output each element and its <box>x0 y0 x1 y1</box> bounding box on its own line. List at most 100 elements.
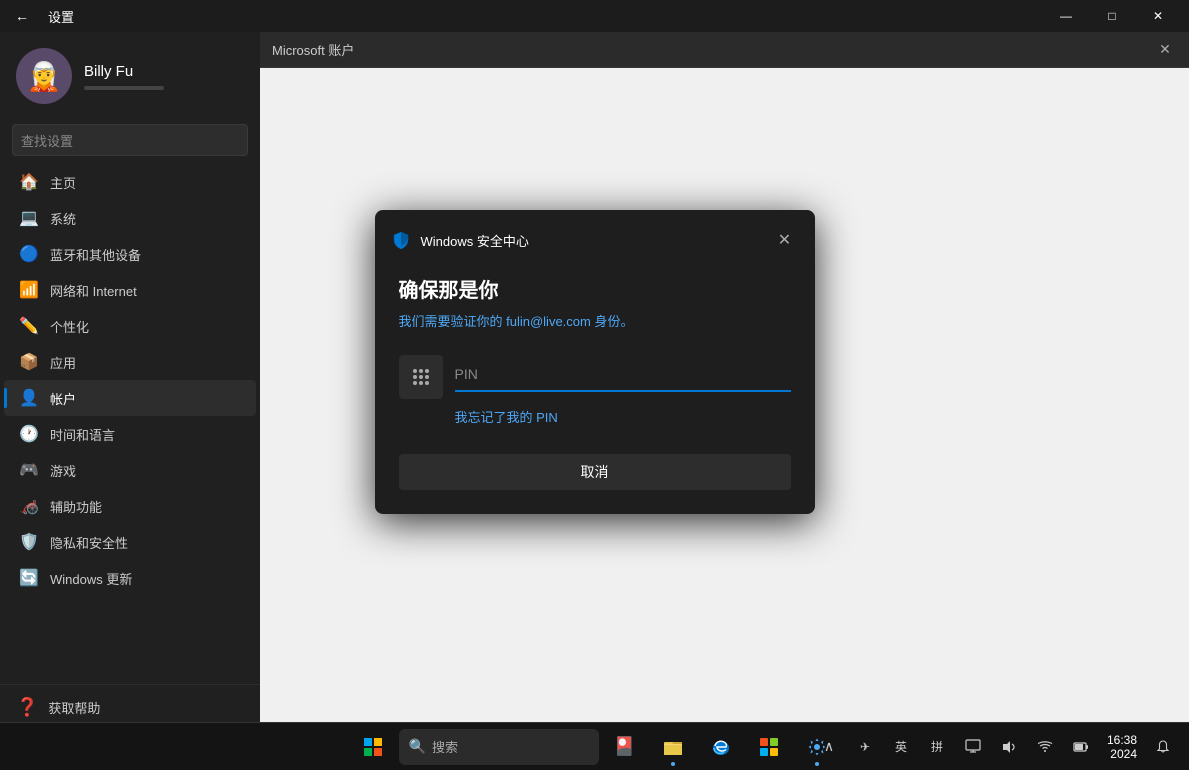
back-button[interactable]: ← <box>8 2 36 30</box>
battery-icon[interactable] <box>1067 733 1095 761</box>
network-icon: 📶 <box>20 281 38 299</box>
gaming-icon: 🎮 <box>20 461 38 479</box>
bluetooth-icon: 🔵 <box>20 245 38 263</box>
security-dialog-close-button[interactable]: ✕ <box>771 226 799 254</box>
sidebar-item-privacy-label: 隐私和安全性 <box>50 533 128 552</box>
taskbar-search[interactable]: 🔍 搜索 <box>399 729 599 765</box>
battery-status-icon <box>1073 739 1089 755</box>
taskbar-search-placeholder: 搜索 <box>432 737 458 756</box>
file-explorer-active-dot <box>671 762 675 766</box>
sidebar-item-windows-update-label: Windows 更新 <box>50 569 132 588</box>
maximize-button[interactable]: □ <box>1089 0 1135 32</box>
security-dialog-description: 我们需要验证你的 fulin@live.com 身份。 <box>399 313 791 331</box>
time-icon: 🕐 <box>20 425 38 443</box>
security-title-left: Windows 安全中心 <box>391 230 529 250</box>
language-en-indicator[interactable]: 英 <box>887 733 915 761</box>
sidebar-item-accessibility[interactable]: 🦽 辅助功能 <box>4 488 256 524</box>
user-status-bar <box>84 86 164 90</box>
help-label: 获取帮助 <box>48 698 100 717</box>
security-dialog-titlebar: Windows 安全中心 ✕ <box>375 210 815 254</box>
apps-icon: 📦 <box>20 353 38 371</box>
user-name: Billy Fu <box>84 63 244 80</box>
network-tray-icon[interactable] <box>1031 733 1059 761</box>
search-placeholder: 查找设置 <box>21 131 73 150</box>
sidebar-item-bluetooth[interactable]: 🔵 蓝牙和其他设备 <box>4 236 256 272</box>
security-dialog-body: 确保那是你 我们需要验证你的 fulin@live.com 身份。 <box>375 254 815 514</box>
sidebar: 🧝 Billy Fu 查找设置 🏠 主页 💻 系统 <box>0 32 260 730</box>
keypad-grid-icon <box>410 366 432 388</box>
edge-icon <box>710 736 732 758</box>
sidebar-item-bluetooth-label: 蓝牙和其他设备 <box>50 245 141 264</box>
ms-account-titlebar: Microsoft 账户 ✕ <box>260 32 1189 68</box>
close-button[interactable]: ✕ <box>1135 0 1181 32</box>
sidebar-item-accounts-label: 帐户 <box>50 389 76 408</box>
accounts-icon: 👤 <box>20 389 38 407</box>
store-button[interactable] <box>747 725 791 769</box>
sidebar-item-personalization[interactable]: ✏️ 个性化 <box>4 308 256 344</box>
title-bar-left: ← 设置 <box>8 2 74 30</box>
cancel-button[interactable]: 取消 <box>399 454 791 490</box>
sidebar-item-apps[interactable]: 📦 应用 <box>4 344 256 380</box>
chevron-up-button[interactable]: ∧ <box>815 733 843 761</box>
clock-date: 2024 <box>1107 747 1137 761</box>
ms-account-close-button[interactable]: ✕ <box>1153 38 1177 62</box>
security-center-dialog: Windows 安全中心 ✕ 确保那是你 我们需要验证你的 fulin@live… <box>375 210 815 514</box>
privacy-icon: 🛡️ <box>20 533 38 551</box>
home-icon: 🏠 <box>20 173 38 191</box>
wifi-icon <box>1037 739 1053 755</box>
display-settings-icon[interactable] <box>959 733 987 761</box>
system-icon: 💻 <box>20 209 38 227</box>
security-dialog-heading: 确保那是你 <box>399 274 791 303</box>
sidebar-item-network[interactable]: 📶 网络和 Internet <box>4 272 256 308</box>
sidebar-item-time-label: 时间和语言 <box>50 425 115 444</box>
sidebar-item-gaming[interactable]: 🎮 游戏 <box>4 452 256 488</box>
notification-button[interactable] <box>1149 733 1177 761</box>
pin-row <box>399 355 791 399</box>
sidebar-item-apps-label: 应用 <box>50 353 76 372</box>
send-icon: ✈ <box>851 733 879 761</box>
edge-button[interactable] <box>699 725 743 769</box>
taskbar: 🔍 搜索 🎴 <box>0 722 1189 770</box>
sidebar-item-accessibility-label: 辅助功能 <box>50 497 102 516</box>
accessibility-icon: 🦽 <box>20 497 38 515</box>
title-bar-controls: — □ ✕ <box>1043 0 1181 32</box>
sidebar-item-time[interactable]: 🕐 时间和语言 <box>4 416 256 452</box>
ms-account-title: Microsoft 账户 <box>272 40 354 59</box>
clock[interactable]: 16:38 2024 <box>1103 731 1141 763</box>
sidebar-item-network-label: 网络和 Internet <box>50 281 137 300</box>
volume-icon[interactable] <box>995 733 1023 761</box>
title-bar: ← 设置 — □ ✕ <box>0 0 1189 32</box>
windows-update-icon: 🔄 <box>20 569 38 587</box>
start-button[interactable] <box>351 725 395 769</box>
sidebar-item-home[interactable]: 🏠 主页 <box>4 164 256 200</box>
sidebar-item-accounts[interactable]: 👤 帐户 <box>4 380 256 416</box>
widgets-button[interactable]: 🎴 <box>603 725 647 769</box>
clock-time: 16:38 <box>1107 733 1137 747</box>
file-explorer-button[interactable] <box>651 725 695 769</box>
email-address: fulin@live.com <box>506 314 591 329</box>
sidebar-item-home-label: 主页 <box>50 173 76 192</box>
pin-input-wrapper <box>455 362 791 392</box>
windows-defender-shield-icon <box>391 230 411 250</box>
user-section: 🧝 Billy Fu <box>0 32 260 116</box>
avatar: 🧝 <box>16 48 72 104</box>
sidebar-item-personalization-label: 个性化 <box>50 317 89 336</box>
sidebar-item-gaming-label: 游戏 <box>50 461 76 480</box>
speaker-icon <box>1001 739 1017 755</box>
sidebar-item-privacy[interactable]: 🛡️ 隐私和安全性 <box>4 524 256 560</box>
store-icon <box>758 736 780 758</box>
personalization-icon: ✏️ <box>20 317 38 335</box>
minimize-button[interactable]: — <box>1043 0 1089 32</box>
pin-input[interactable] <box>455 362 791 386</box>
taskbar-center: 🔍 搜索 🎴 <box>351 725 839 769</box>
forgot-pin-link[interactable]: 我忘记了我的 PIN <box>455 407 791 426</box>
language-cn-indicator[interactable]: 拼 <box>923 733 951 761</box>
keypad-icon <box>399 355 443 399</box>
sidebar-item-windows-update[interactable]: 🔄 Windows 更新 <box>4 560 256 596</box>
windows-logo-icon <box>364 738 382 756</box>
sidebar-item-system[interactable]: 💻 系统 <box>4 200 256 236</box>
file-explorer-icon <box>662 736 684 758</box>
search-section: 查找设置 <box>0 116 260 164</box>
settings-title: 设置 <box>48 7 74 26</box>
search-box[interactable]: 查找设置 <box>12 124 248 156</box>
